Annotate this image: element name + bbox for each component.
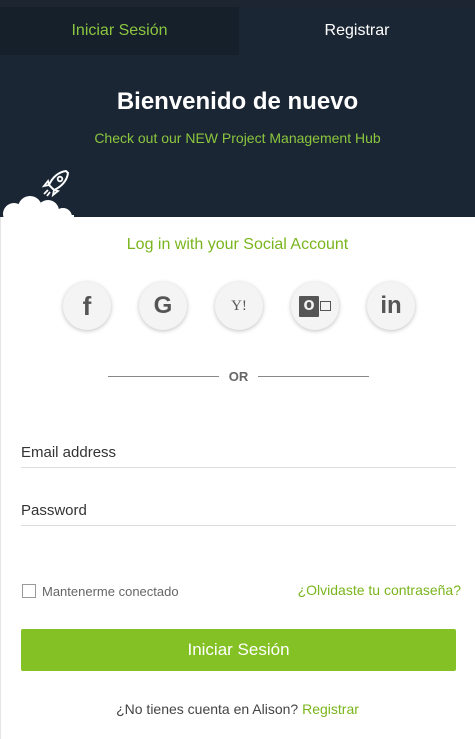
remember-me: Mantenerme conectado (22, 583, 179, 599)
page-title: Bienvenido de nuevo (116, 88, 359, 115)
yahoo-icon: Y! (231, 297, 247, 314)
remember-checkbox[interactable] (22, 584, 36, 598)
divider-line-left (108, 376, 219, 377)
password-input[interactable] (21, 496, 456, 524)
social-buttons: f G Y! O in (0, 282, 475, 330)
tab-login[interactable]: Iniciar Sesión (0, 7, 239, 55)
subtitle-link[interactable]: Check out our NEW Project Management Hub (0, 130, 475, 146)
email-input[interactable] (21, 438, 456, 466)
google-login-button[interactable]: G (139, 282, 187, 330)
password-field-wrapper (21, 496, 456, 526)
facebook-login-button[interactable]: f (63, 282, 111, 330)
tab-register[interactable]: Registrar (239, 7, 475, 55)
or-divider: OR (0, 368, 475, 386)
rocket-icon (41, 169, 70, 198)
outlook-login-button[interactable]: O (291, 282, 339, 330)
outlook-icon: O (299, 295, 331, 317)
login-page: Iniciar Sesión Registrar Bienvenido de n… (0, 0, 475, 739)
facebook-icon: f (82, 290, 92, 321)
google-icon: G (153, 292, 173, 319)
linkedin-login-button[interactable]: in (367, 282, 415, 330)
or-text: OR (228, 369, 249, 384)
envelope-icon (319, 301, 331, 311)
linkedin-icon: in (380, 292, 402, 319)
email-field-wrapper (21, 438, 456, 468)
signup-prompt-text: ¿No tienes cuenta en Alison? (116, 701, 299, 717)
outlook-letter: O (299, 295, 319, 317)
login-submit-button[interactable]: Iniciar Sesión (21, 629, 456, 671)
register-link[interactable]: Registrar (302, 701, 359, 717)
signup-prompt: ¿No tienes cuenta en Alison? Registrar (0, 701, 475, 717)
cloud-decoration (3, 196, 74, 224)
top-strip (0, 0, 475, 7)
remember-label: Mantenerme conectado (42, 583, 179, 599)
divider-line-right (258, 376, 369, 377)
auth-tabs: Iniciar Sesión Registrar (0, 7, 475, 55)
social-title: Log in with your Social Account (126, 236, 349, 253)
yahoo-login-button[interactable]: Y! (215, 282, 263, 330)
forgot-password-link[interactable]: ¿Olvidaste tu contraseña? (298, 582, 461, 598)
